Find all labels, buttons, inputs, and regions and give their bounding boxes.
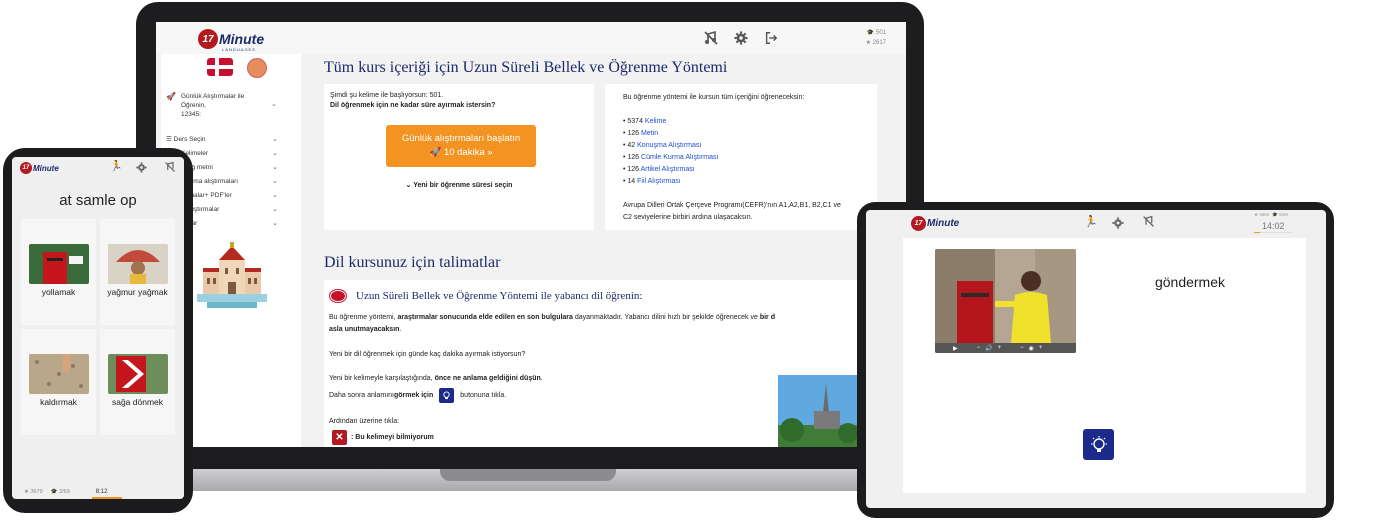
gravel-image [29, 354, 89, 394]
laptop-notch [440, 469, 616, 481]
content-card: Bu öğrenme yöntemi ile kursun tüm içeriğ… [605, 84, 877, 230]
list-item: • 42 Konuşma Alıştırması [623, 142, 702, 149]
laptop-screen: 17 Minute LANGUAGES 🎓 501 ★ 2617 🚀 Günlü… [156, 22, 906, 447]
logo-badge: 17 [198, 29, 218, 49]
no-music-icon[interactable] [1142, 215, 1155, 233]
star-icon: ★ [865, 40, 871, 46]
phone-footer: ★ 3679 🎓 3/69 8:12 [24, 489, 107, 495]
stats: 🎓 501 ★ 2617 [846, 28, 886, 48]
tablet-screen: 17 Minute 🏃 ★ 3684 🎓 5/49 14:02 ▶ − 🔊 + … [866, 210, 1326, 508]
gear-icon[interactable] [136, 160, 147, 178]
sidebar-item-lessons[interactable]: ☰ Ders Seçin ⌄ [166, 132, 278, 146]
lightbulb-icon [439, 388, 455, 403]
list-item: • 126 Metin [623, 130, 659, 137]
list-item: • 5374 Kelime [623, 118, 667, 125]
texts-link[interactable]: Metin [641, 130, 658, 137]
flag-icon [330, 290, 346, 302]
tablet-stats: ★ 3684 🎓 5/49 [1254, 212, 1288, 217]
play-icon[interactable]: ▶ [953, 345, 958, 352]
trophy-stat: 🎓 3/69 [50, 489, 70, 495]
palace-illustration [197, 242, 267, 308]
video-player[interactable]: ▶ − 🔊 + − ◉ + [935, 249, 1076, 353]
instructions-card: Uzun Süreli Bellek ve Öğrenme Yöntemi il… [324, 280, 906, 447]
rain-image [108, 244, 168, 284]
start-daily-button[interactable]: Günlük alıştırmaları başlatın 🚀 10 dakik… [386, 125, 536, 167]
logo[interactable]: 17 Minute LANGUAGES [198, 29, 265, 52]
running-icon[interactable]: 🏃 [110, 161, 122, 172]
gear-icon[interactable] [732, 29, 750, 47]
sidebar-item-daily[interactable]: 🚀 Günlük Alıştırmalar ile Öğrenin, 12345… [166, 92, 277, 119]
phone-title: at samle op [59, 192, 137, 209]
chevron-down-icon: ⌄ [272, 220, 278, 227]
list-item: • 126 Artikel Alıştırması [623, 166, 695, 173]
instructions-title: Dil kursunuz için talimatlar [324, 254, 501, 271]
timer-progress [92, 497, 122, 499]
flag-denmark[interactable] [207, 58, 233, 76]
avatar[interactable] [247, 58, 267, 78]
start-card: Şimdi şu kelime ile başlıyorsun: 501. Di… [324, 84, 594, 230]
star-stat: ★ 2617 [865, 40, 886, 46]
speed-icon[interactable]: ◉ [1029, 345, 1034, 352]
speaking-link[interactable]: Konuşma Alıştırması [637, 142, 701, 149]
select-duration-link[interactable]: ⌄ Yeni bir öğrenme süresi seçin [324, 181, 594, 191]
rocket-icon: 🚀 [429, 147, 442, 158]
tile-yollamak[interactable]: yollamak [21, 219, 96, 325]
running-icon[interactable]: 🏃 [1084, 215, 1098, 228]
logo-sub: LANGUAGES [222, 47, 256, 52]
target-word: göndermek [1154, 274, 1226, 290]
chevron-down-icon: ⌄ [405, 182, 412, 189]
top-bar: 17 Minute LANGUAGES 🎓 501 ★ 2617 [156, 22, 906, 54]
flashcard: ▶ − 🔊 + − ◉ + göndermek [903, 238, 1306, 493]
mailbox-woman-image [935, 249, 1076, 353]
chevron-down-icon: ⌄ [271, 101, 277, 108]
timer-progress [1254, 232, 1260, 233]
list-icon: ☰ [166, 136, 172, 143]
logout-icon[interactable] [762, 29, 780, 47]
video-controls: ▶ − 🔊 + − ◉ + [935, 343, 1076, 353]
tile-kaldirmak[interactable]: kaldırmak [21, 329, 96, 435]
cathedral-image [778, 375, 858, 447]
main-content: Tüm kurs içeriği için Uzun Süreli Bellek… [306, 54, 906, 447]
timer: 14:02 [1262, 221, 1285, 231]
verb-link[interactable]: Fiil Alıştırması [637, 178, 681, 185]
reveal-button[interactable] [1083, 429, 1114, 460]
plus-icon[interactable]: + [1039, 345, 1043, 351]
close-icon: ✕ [332, 430, 347, 445]
trophy-stat: 🎓 501 [866, 30, 886, 36]
list-item: • 14 Fiil Alıştırması [623, 178, 681, 185]
minus-icon[interactable]: − [977, 345, 981, 351]
gear-icon[interactable] [1112, 216, 1124, 234]
chevron-down-icon: ⌄ [272, 206, 278, 213]
words-link[interactable]: Kelime [645, 118, 666, 125]
sentence-link[interactable]: Cümle Kurma Alıştırması [641, 154, 718, 161]
logo-word: Minute [219, 31, 265, 47]
chevron-down-icon: ⌄ [272, 192, 278, 199]
mailbox-image [29, 244, 89, 284]
timer: 8:12 [95, 489, 108, 495]
minus-icon[interactable]: − [1020, 345, 1024, 351]
tile-yagmur-yagmak[interactable]: yağmur yağmak [100, 219, 175, 325]
lightbulb-icon [1090, 435, 1107, 452]
calendar-icon: 🚀 [166, 92, 176, 101]
phone-logo[interactable]: 17 Minute [20, 162, 59, 174]
trophy-icon: 🎓 [866, 30, 875, 36]
tile-saga-donmek[interactable]: sağa dönmek [100, 329, 175, 435]
phone-screen: 17 Minute 🏃 at samle op yollamak yağmur … [12, 157, 184, 499]
list-item: • 126 Cümle Kurma Alıştırması [623, 154, 719, 161]
no-music-icon[interactable] [164, 160, 176, 178]
volume-icon[interactable]: 🔊 [985, 345, 992, 352]
tablet-logo[interactable]: 17 Minute [911, 216, 959, 231]
star-stat: ★ 3679 [24, 489, 43, 495]
chevron-down-icon: ⌄ [272, 136, 278, 143]
no-music-icon[interactable] [702, 29, 720, 47]
plus-icon[interactable]: + [998, 345, 1002, 351]
turn-sign-image [108, 354, 168, 394]
chevron-down-icon: ⌄ [272, 178, 278, 185]
instructions-heading: Uzun Süreli Bellek ve Öğrenme Yöntemi il… [356, 290, 643, 302]
chevron-down-icon: ⌄ [272, 150, 278, 157]
content-list: • 5374 Kelime • 126 Metin • 42 Konuşma A… [623, 117, 718, 187]
chevron-down-icon: ⌄ [272, 164, 278, 171]
page-title: Tüm kurs içeriği için Uzun Süreli Bellek… [324, 59, 728, 76]
article-link[interactable]: Artikel Alıştırması [641, 166, 695, 173]
